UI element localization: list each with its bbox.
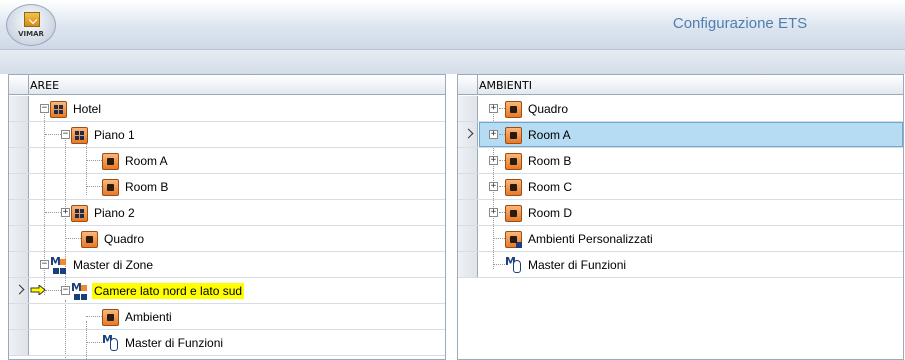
expand-icon[interactable]: +	[489, 104, 498, 113]
expand-icon[interactable]: +	[489, 130, 498, 139]
floor-icon	[50, 100, 67, 118]
row-header[interactable]	[458, 226, 478, 251]
tree-row[interactable]: + Piano 2	[9, 200, 445, 226]
floor-icon	[71, 204, 88, 222]
arrow-right-icon	[30, 285, 46, 295]
room-icon	[505, 178, 522, 196]
row-header[interactable]	[9, 304, 29, 329]
areas-tree-grid[interactable]: AREE − Hotel − Piano 1 Room A Room B + P…	[8, 74, 446, 360]
current-row-indicator[interactable]	[458, 122, 478, 147]
expand-icon[interactable]: +	[61, 208, 70, 217]
floor-icon	[71, 126, 88, 144]
row-header[interactable]	[458, 148, 478, 173]
tree-row[interactable]: − Hotel	[9, 96, 445, 122]
row-header[interactable]	[9, 148, 29, 173]
room-icon	[505, 100, 522, 118]
toolbar-strip	[0, 50, 905, 74]
tree-node-label: Quadro	[104, 232, 145, 246]
current-row-indicator[interactable]	[9, 278, 29, 303]
tree-node-label: Master di Zone	[73, 258, 154, 272]
rooms-tree-grid[interactable]: AMBIENTI + Quadro + Room A + Room B + Ro…	[457, 74, 904, 360]
tree-row[interactable]: + Room D	[458, 200, 903, 226]
collapse-icon[interactable]: −	[61, 130, 70, 139]
expand-icon[interactable]: +	[489, 182, 498, 191]
tree-node-label: Master di Funzioni	[125, 336, 224, 350]
room-icon	[505, 126, 522, 144]
grid-header: AREE	[9, 75, 445, 95]
tree-node-label: Room B	[125, 180, 169, 194]
tree-node-label: Quadro	[528, 102, 569, 116]
tree-node-label: Room A	[528, 128, 571, 142]
logo-text: VIMAR	[18, 30, 44, 38]
tree-row[interactable]: − Piano 1	[9, 122, 445, 148]
expand-icon[interactable]: +	[489, 156, 498, 165]
tree-row[interactable]: − M Master di Zone	[9, 252, 445, 278]
row-header[interactable]	[9, 226, 29, 251]
row-header[interactable]	[458, 252, 478, 277]
room-icon	[505, 152, 522, 170]
room-icon	[102, 152, 119, 170]
tree-node-label: Ambienti Personalizzati	[528, 232, 653, 246]
checkmark-icon	[24, 12, 40, 27]
tree-node-label: Piano 1	[94, 128, 135, 142]
tree-row[interactable]: Room B	[9, 174, 445, 200]
tree-node-label: Room A	[125, 154, 168, 168]
tree-row-selected[interactable]: − M Camere lato nord e lato sud	[9, 278, 445, 304]
vimar-logo-button[interactable]: VIMAR	[6, 4, 56, 46]
tree-node-label: Room D	[528, 206, 573, 220]
row-header[interactable]	[458, 200, 478, 225]
tree-row[interactable]: Ambienti Personalizzati	[458, 226, 903, 252]
header-corner	[458, 75, 478, 95]
window-title: Configurazione ETS	[672, 15, 808, 32]
tree-node-label: Ambienti	[125, 310, 172, 324]
column-header-aree[interactable]: AREE	[30, 79, 59, 92]
tree-node-label: Master di Funzioni	[528, 258, 627, 272]
header-corner	[9, 75, 29, 95]
room-icon	[505, 204, 522, 222]
tree-row[interactable]: M Master di Funzioni	[458, 252, 903, 278]
row-header[interactable]	[9, 96, 29, 121]
collapse-icon[interactable]: −	[61, 286, 70, 295]
row-header[interactable]	[9, 122, 29, 147]
master-function-icon: M	[102, 333, 119, 352]
row-header[interactable]	[458, 96, 478, 121]
master-zone-icon: M	[71, 281, 88, 300]
tree-node-label: Room B	[528, 154, 572, 168]
custom-rooms-icon	[505, 230, 522, 248]
grid-header: AMBIENTI	[458, 75, 903, 95]
tree-row-selected[interactable]: + Room A	[458, 122, 903, 148]
tree-row[interactable]: M Master di Funzioni	[9, 330, 445, 356]
tree-row[interactable]: Quadro	[9, 226, 445, 252]
row-header[interactable]	[9, 252, 29, 277]
master-zone-icon: M	[50, 255, 67, 274]
column-header-ambienti[interactable]: AMBIENTI	[479, 79, 532, 92]
row-header[interactable]	[9, 330, 29, 355]
tree-row[interactable]: + Room C	[458, 174, 903, 200]
collapse-icon[interactable]: −	[40, 104, 49, 113]
expand-icon[interactable]: +	[489, 208, 498, 217]
tree-row[interactable]: + Quadro	[458, 96, 903, 122]
room-icon	[102, 178, 119, 196]
tree-row[interactable]: + Room B	[458, 148, 903, 174]
tree-row[interactable]: Ambienti	[9, 304, 445, 330]
master-function-icon: M	[505, 255, 522, 274]
tree-node-label: Camere lato nord e lato sud	[92, 283, 245, 299]
room-icon	[102, 308, 119, 326]
tree-node-label: Hotel	[73, 102, 102, 116]
row-header[interactable]	[458, 174, 478, 199]
row-header[interactable]	[9, 200, 29, 225]
tree-row[interactable]: Room A	[9, 148, 445, 174]
room-icon	[81, 230, 98, 248]
tree-node-label: Piano 2	[94, 206, 135, 220]
collapse-icon[interactable]: −	[40, 260, 49, 269]
title-bar: VIMAR Configurazione ETS	[0, 0, 905, 50]
row-header[interactable]	[9, 174, 29, 199]
tree-node-label: Room C	[528, 180, 573, 194]
